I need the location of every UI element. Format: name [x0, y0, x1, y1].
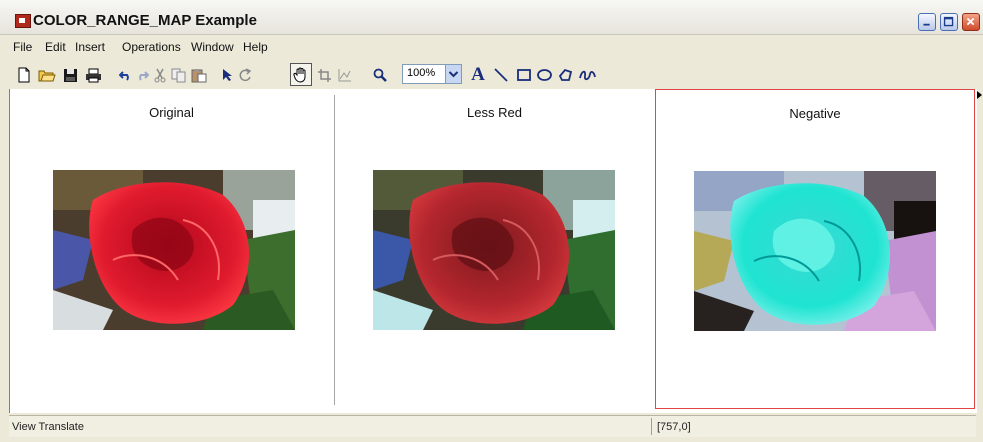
panel-title: Negative: [789, 106, 841, 121]
panel-title: Less Red: [467, 105, 522, 120]
redo-icon[interactable]: [135, 65, 149, 85]
menu-edit[interactable]: Edit: [45, 40, 66, 54]
close-icon: [966, 17, 975, 26]
menu-help[interactable]: Help: [243, 40, 268, 54]
new-document-icon[interactable]: [16, 65, 32, 85]
minimize-icon: [923, 23, 930, 26]
menu-bar: File Edit Insert Operations Window Help: [0, 36, 983, 56]
print-icon[interactable]: [84, 65, 102, 85]
undo-icon[interactable]: [118, 65, 132, 85]
status-divider: [651, 418, 652, 435]
open-folder-icon[interactable]: [38, 65, 56, 85]
rotate-icon[interactable]: [238, 65, 252, 85]
close-button[interactable]: [962, 13, 980, 31]
zoom-magnifier-icon[interactable]: [372, 65, 388, 85]
rose-image-negative: [694, 171, 936, 331]
maximize-icon: [943, 16, 954, 27]
save-icon[interactable]: [62, 65, 78, 85]
cut-icon[interactable]: [153, 65, 167, 85]
rectangle-icon[interactable]: [516, 65, 532, 85]
window-title: COLOR_RANGE_MAP Example: [33, 12, 257, 29]
pan-hand-icon[interactable]: [290, 63, 312, 86]
cursor-coordinates: [757,0]: [657, 421, 691, 433]
app-window: COLOR_RANGE_MAP Example File Edit Insert…: [0, 0, 983, 442]
menu-file[interactable]: File: [13, 40, 32, 54]
rose-image-original: [53, 170, 295, 330]
paste-icon[interactable]: [190, 65, 208, 85]
crop-icon[interactable]: [316, 65, 332, 85]
zoom-select[interactable]: 100%: [402, 64, 462, 84]
line-icon[interactable]: [493, 65, 509, 85]
scroll-right-arrow-icon[interactable]: [977, 91, 982, 99]
line-profile-icon[interactable]: [336, 65, 352, 85]
panel-less-red[interactable]: Less Red: [335, 89, 654, 409]
title-bar[interactable]: COLOR_RANGE_MAP Example: [0, 0, 983, 35]
panel-title: Original: [149, 105, 194, 120]
menu-operations[interactable]: Operations: [122, 40, 181, 54]
panel-negative[interactable]: Negative: [655, 89, 975, 409]
text-icon[interactable]: A: [470, 64, 486, 85]
rose-image-less-red: [373, 170, 615, 330]
toolbar: A: [0, 56, 983, 90]
menu-insert[interactable]: Insert: [75, 40, 105, 54]
ellipse-icon[interactable]: [536, 65, 552, 85]
chevron-down-icon[interactable]: [445, 65, 461, 83]
minimize-button[interactable]: [918, 13, 936, 31]
status-bar: View Translate [757,0]: [9, 415, 976, 437]
polygon-icon[interactable]: [557, 65, 573, 85]
copy-icon[interactable]: [170, 65, 186, 85]
freehand-icon[interactable]: [578, 65, 596, 85]
image-canvas[interactable]: Original Less Red Negative: [9, 89, 977, 413]
maximize-button[interactable]: [940, 13, 958, 31]
select-arrow-icon[interactable]: [220, 65, 234, 85]
app-icon: [15, 14, 31, 28]
status-message: View Translate: [12, 421, 84, 433]
zoom-value: 100%: [407, 67, 436, 79]
menu-window[interactable]: Window: [191, 40, 234, 54]
panel-original[interactable]: Original: [10, 89, 333, 409]
